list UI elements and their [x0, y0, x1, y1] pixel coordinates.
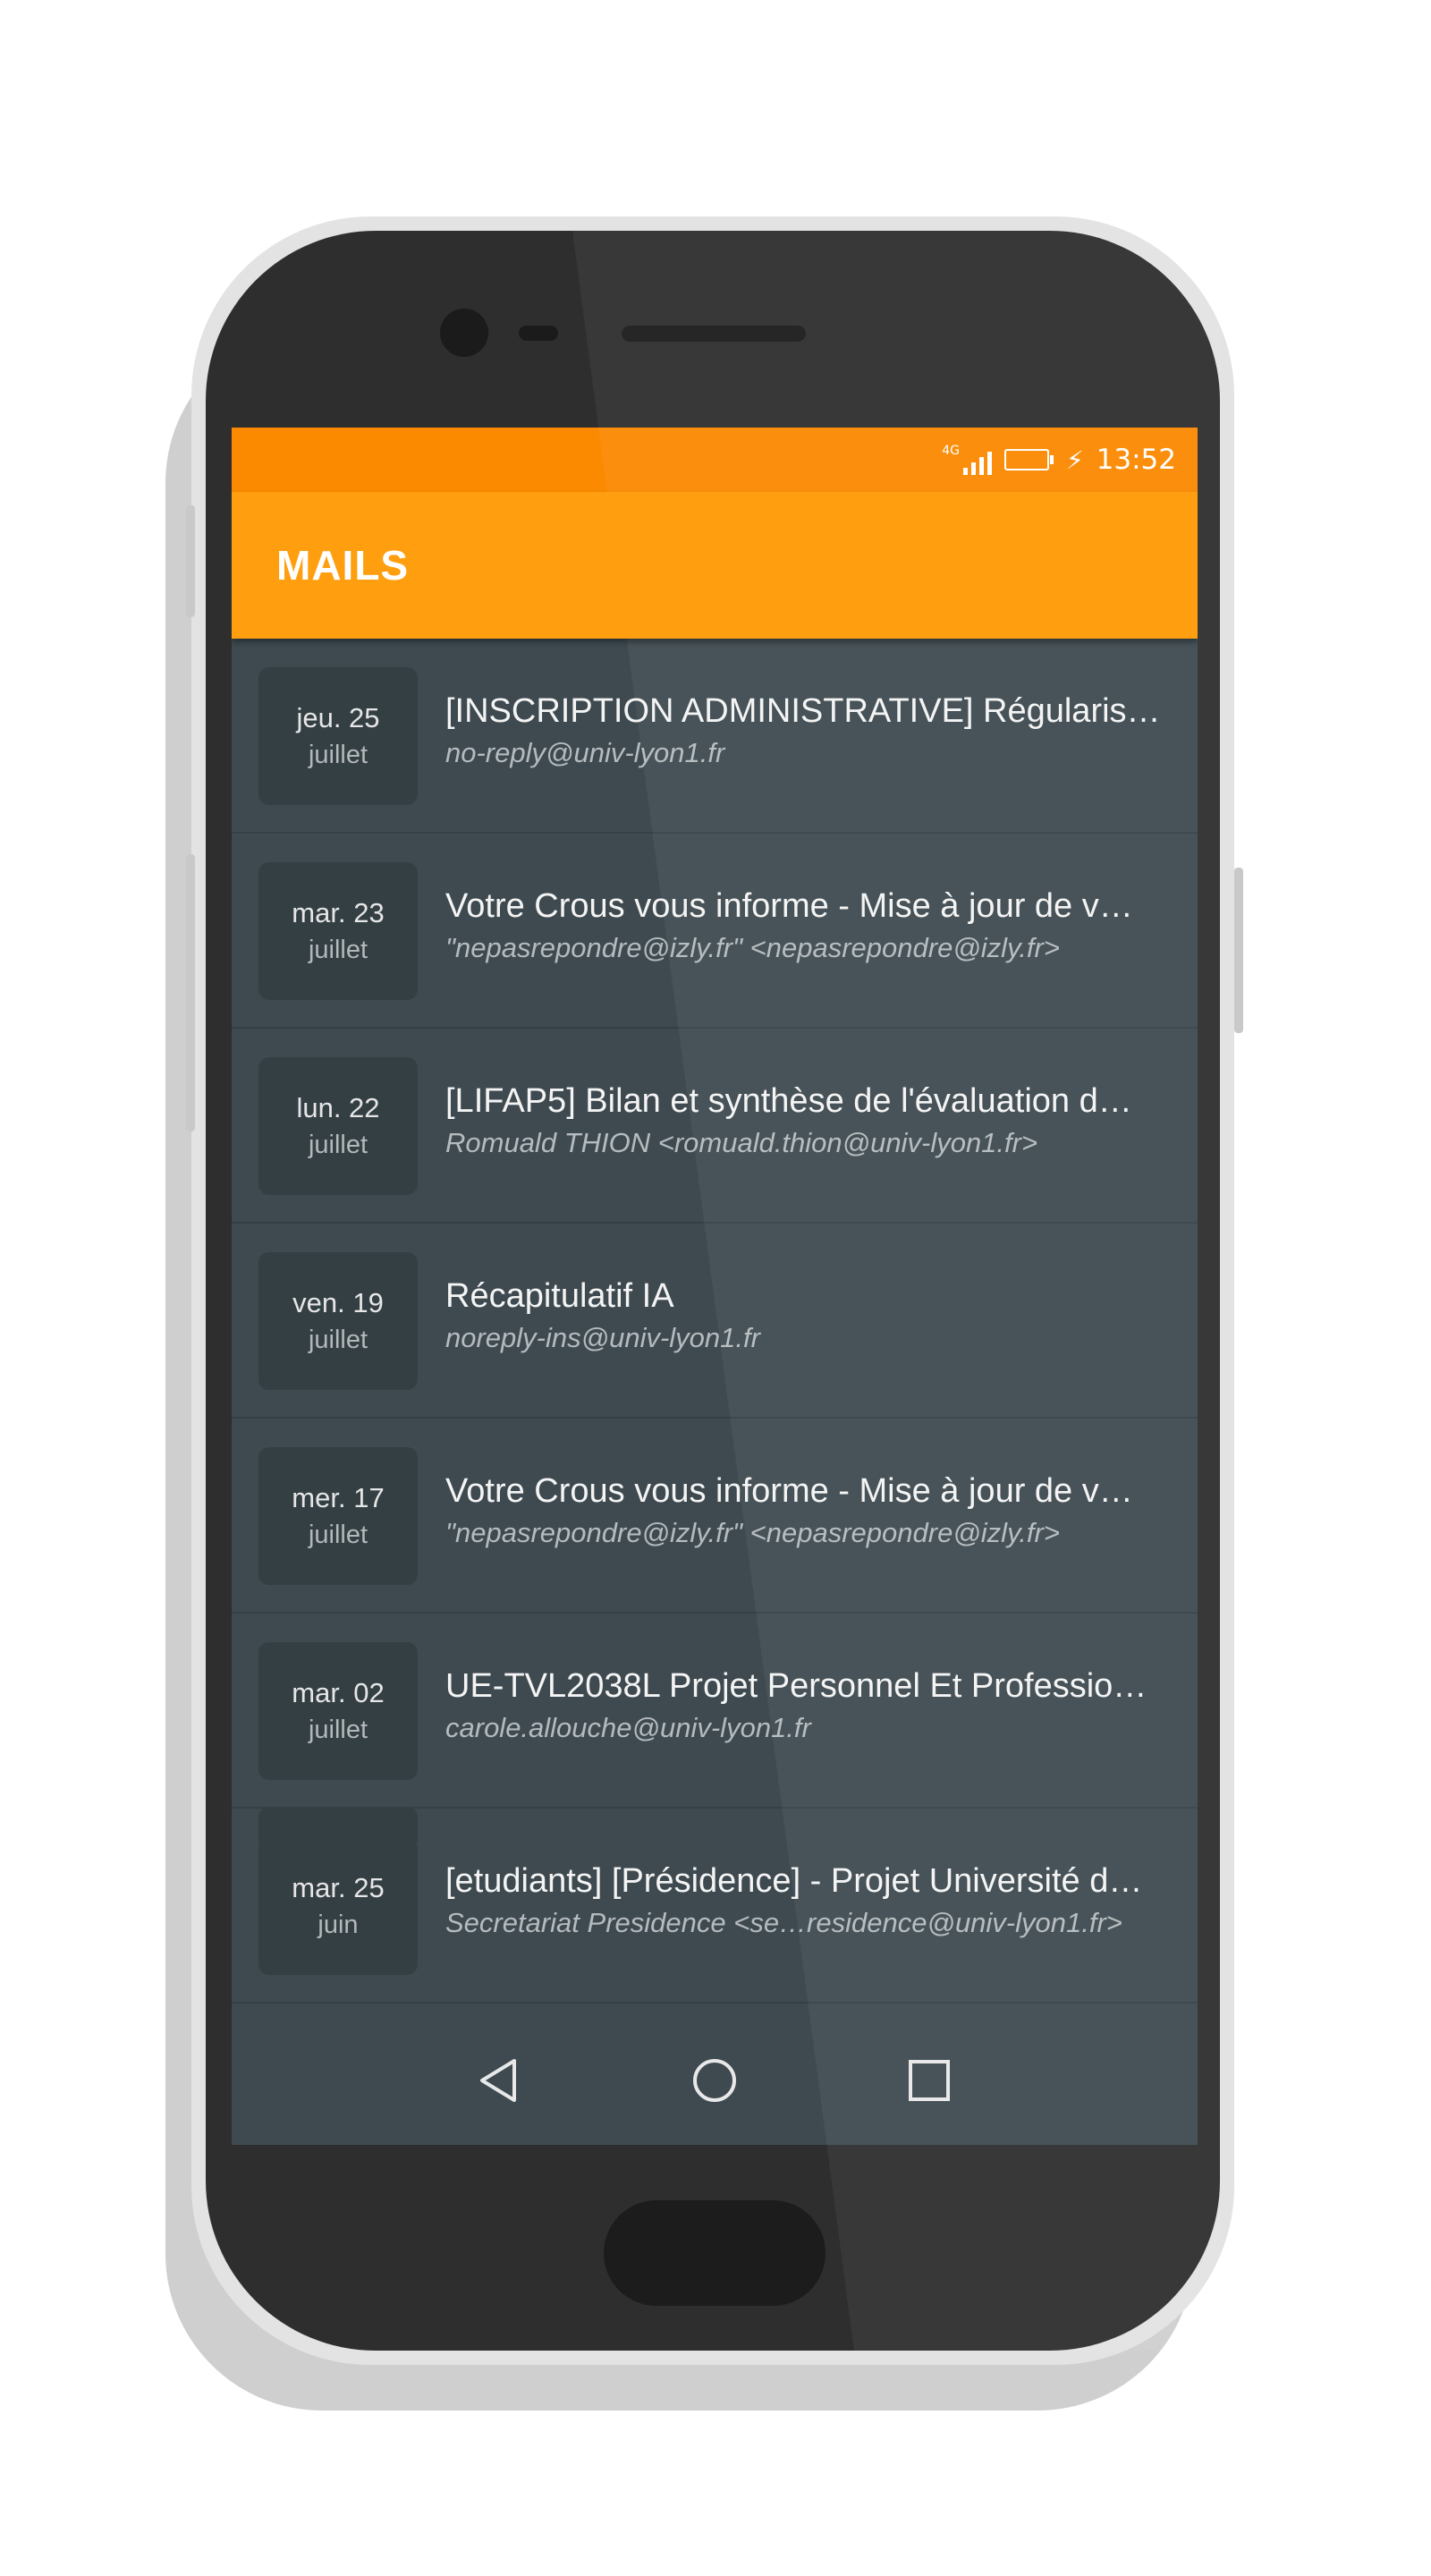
mail-text: Votre Crous vous informe - Mise à jour d…	[445, 1469, 1161, 1553]
mail-date: mar. 23 juillet	[258, 862, 418, 1000]
battery-icon	[1003, 449, 1054, 470]
mail-row[interactable]: mer. 17 juillet Votre Crous vous informe -…	[232, 1419, 1198, 1614]
signal-icon: 4G	[942, 445, 992, 475]
status-bar: 4G ⚡ 13:52	[232, 428, 1198, 492]
mail-subject: Votre Crous vous informe - Mise à jour d…	[445, 1472, 1133, 1510]
mail-sender: "nepasrepondre@izly.fr" <nepasrepondre@i…	[445, 1517, 1060, 1548]
mail-subject: [INSCRIPTION ADMINISTRATIVE] Régularis…	[445, 692, 1161, 730]
home-hardware-button[interactable]	[604, 2200, 826, 2306]
mail-text: Votre Crous vous informe - Mise à jour d…	[445, 884, 1161, 968]
mail-day: ven. 19	[292, 1287, 384, 1318]
screen: 4G ⚡ 13:52 MAILS jeu. 25 juillet [INSCRIPT…	[232, 428, 1198, 2145]
mail-month: juillet	[308, 1326, 368, 1354]
mail-sender: no-reply@univ-lyon1.fr	[445, 737, 725, 768]
mail-date: ven. 19 juillet	[258, 1252, 418, 1390]
mail-month: juillet	[308, 741, 368, 769]
mail-day: lun. 22	[296, 1092, 380, 1123]
mail-day: jeu. 25	[296, 702, 380, 733]
mail-month: juillet	[308, 1131, 368, 1159]
mail-subject: [LIFAP5] Bilan et synthèse de l'évaluati…	[445, 1082, 1132, 1120]
mail-row[interactable]: lun. 22 juillet [LIFAP5] Bilan et synthèse…	[232, 1029, 1198, 1224]
mail-date: lun. 22 juillet	[258, 1057, 418, 1195]
mail-text: [etudiants] [Présidence] - Projet Univer…	[445, 1859, 1161, 1943]
mail-sender: noreply-ins@univ-lyon1.fr	[445, 1322, 760, 1353]
charging-bolt-icon: ⚡	[1065, 445, 1084, 475]
navigation-bar	[232, 2016, 1198, 2145]
earpiece-speaker	[622, 326, 806, 342]
mail-subject: [etudiants] [Présidence] - Projet Univer…	[445, 1862, 1143, 1900]
mail-subject: Votre Crous vous informe - Mise à jour d…	[445, 887, 1133, 925]
mail-date: mar. 25 juin	[258, 1837, 418, 1975]
status-time: 13:52	[1096, 444, 1176, 476]
proximity-sensor	[519, 326, 558, 341]
mail-text: Récapitulatif IA noreply-ins@univ-lyon1.f…	[445, 1274, 1161, 1358]
mail-month: juin	[318, 1911, 359, 1939]
partial-date-box	[258, 1807, 418, 1843]
mail-sender: Secretariat Presidence <se…residence@uni…	[445, 1907, 1122, 1938]
home-icon[interactable]	[688, 2054, 741, 2107]
mail-row[interactable]: ven. 19 juillet Récapitulatif IA noreply-in…	[232, 1224, 1198, 1419]
app-bar: MAILS	[232, 492, 1198, 639]
mail-list[interactable]: jeu. 25 juillet [INSCRIPTION ADMINISTRATIV…	[232, 639, 1198, 2004]
mail-text: UE-TVL2038L Projet Personnel Et Professi…	[445, 1664, 1161, 1748]
page-title: MAILS	[276, 542, 410, 589]
front-camera	[440, 309, 488, 357]
mail-subject: Récapitulatif IA	[445, 1277, 674, 1315]
network-label: 4G	[942, 444, 960, 458]
mail-month: juillet	[308, 936, 368, 964]
mail-date: mer. 17 juillet	[258, 1447, 418, 1585]
mail-day: mar. 25	[292, 1872, 385, 1903]
mail-sender: carole.allouche@univ-lyon1.fr	[445, 1712, 811, 1743]
mail-day: mar. 23	[292, 897, 385, 928]
back-icon[interactable]	[473, 2054, 527, 2107]
volume-button	[186, 505, 195, 617]
mail-date: jeu. 25 juillet	[258, 667, 418, 805]
mail-day: mar. 02	[292, 1677, 385, 1708]
mail-row[interactable]: jeu. 25 juillet [INSCRIPTION ADMINISTRATIV…	[232, 639, 1198, 834]
status-icons: 4G ⚡ 13:52	[942, 428, 1176, 492]
mail-text: [INSCRIPTION ADMINISTRATIVE] Régularis… n…	[445, 689, 1161, 773]
mail-text: [LIFAP5] Bilan et synthèse de l'évaluati…	[445, 1079, 1161, 1163]
mail-subject: UE-TVL2038L Projet Personnel Et Professi…	[445, 1667, 1147, 1705]
mail-sender: "nepasrepondre@izly.fr" <nepasrepondre@i…	[445, 932, 1060, 963]
mail-date: mar. 02 juillet	[258, 1642, 418, 1780]
mail-row[interactable]: mar. 02 juillet UE-TVL2038L Projet Personn…	[232, 1614, 1198, 1809]
mail-day: mer. 17	[292, 1482, 385, 1513]
volume-button-lower	[186, 854, 195, 1131]
mail-row[interactable]: mar. 23 juillet Votre Crous vous informe -…	[232, 834, 1198, 1029]
recent-apps-icon[interactable]	[902, 2054, 956, 2107]
mail-month: juillet	[308, 1521, 368, 1549]
mail-sender: Romuald THION <romuald.thion@univ-lyon1.…	[445, 1127, 1038, 1158]
device-mockup: 4G ⚡ 13:52 MAILS jeu. 25 juillet [INSCRIPT…	[0, 0, 1431, 2576]
mail-month: juillet	[308, 1716, 368, 1744]
power-button	[1234, 868, 1243, 1033]
